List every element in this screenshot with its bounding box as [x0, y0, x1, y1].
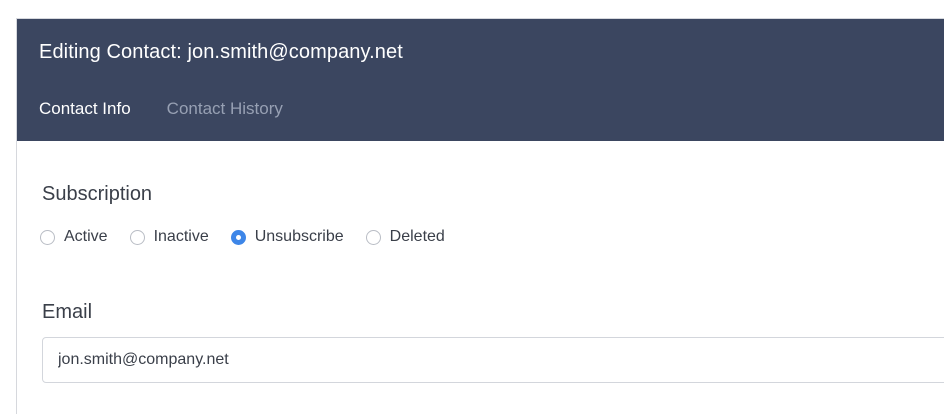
radio-button-deleted[interactable] — [365, 229, 381, 245]
tab-contact-info[interactable]: Contact Info — [39, 97, 131, 163]
email-label: Email — [42, 301, 93, 323]
tab-contact-history[interactable]: Contact History — [167, 97, 283, 141]
header-title: Editing Contact: jon.smith@company.net — [39, 41, 403, 63]
radio-option-inactive[interactable]: Inactive — [129, 228, 209, 246]
edit-contact-panel: Editing Contact: jon.smith@company.net C… — [16, 18, 944, 414]
radio-option-deleted[interactable]: Deleted — [365, 228, 445, 246]
subscription-label: Subscription — [42, 183, 153, 205]
radio-button-active[interactable] — [40, 229, 55, 245]
radio-option-active[interactable]: Active — [40, 228, 108, 246]
radio-option-unsubscribe[interactable]: Unsubscribe — [230, 228, 344, 246]
radio-button-unsubscribe[interactable] — [230, 229, 246, 245]
radio-label-active: Active — [64, 228, 108, 245]
subscription-radio-group: Active Inactive Unsubscribe Deleted — [40, 228, 467, 246]
tab-bar: Contact Info Contact History — [39, 97, 319, 163]
radio-label-deleted: Deleted — [389, 228, 445, 245]
email-field[interactable] — [42, 337, 944, 383]
radio-label-inactive: Inactive — [153, 228, 209, 245]
panel-header: Editing Contact: jon.smith@company.net C… — [17, 19, 944, 163]
radio-button-inactive[interactable] — [129, 229, 145, 245]
radio-label-unsubscribe: Unsubscribe — [254, 228, 344, 245]
